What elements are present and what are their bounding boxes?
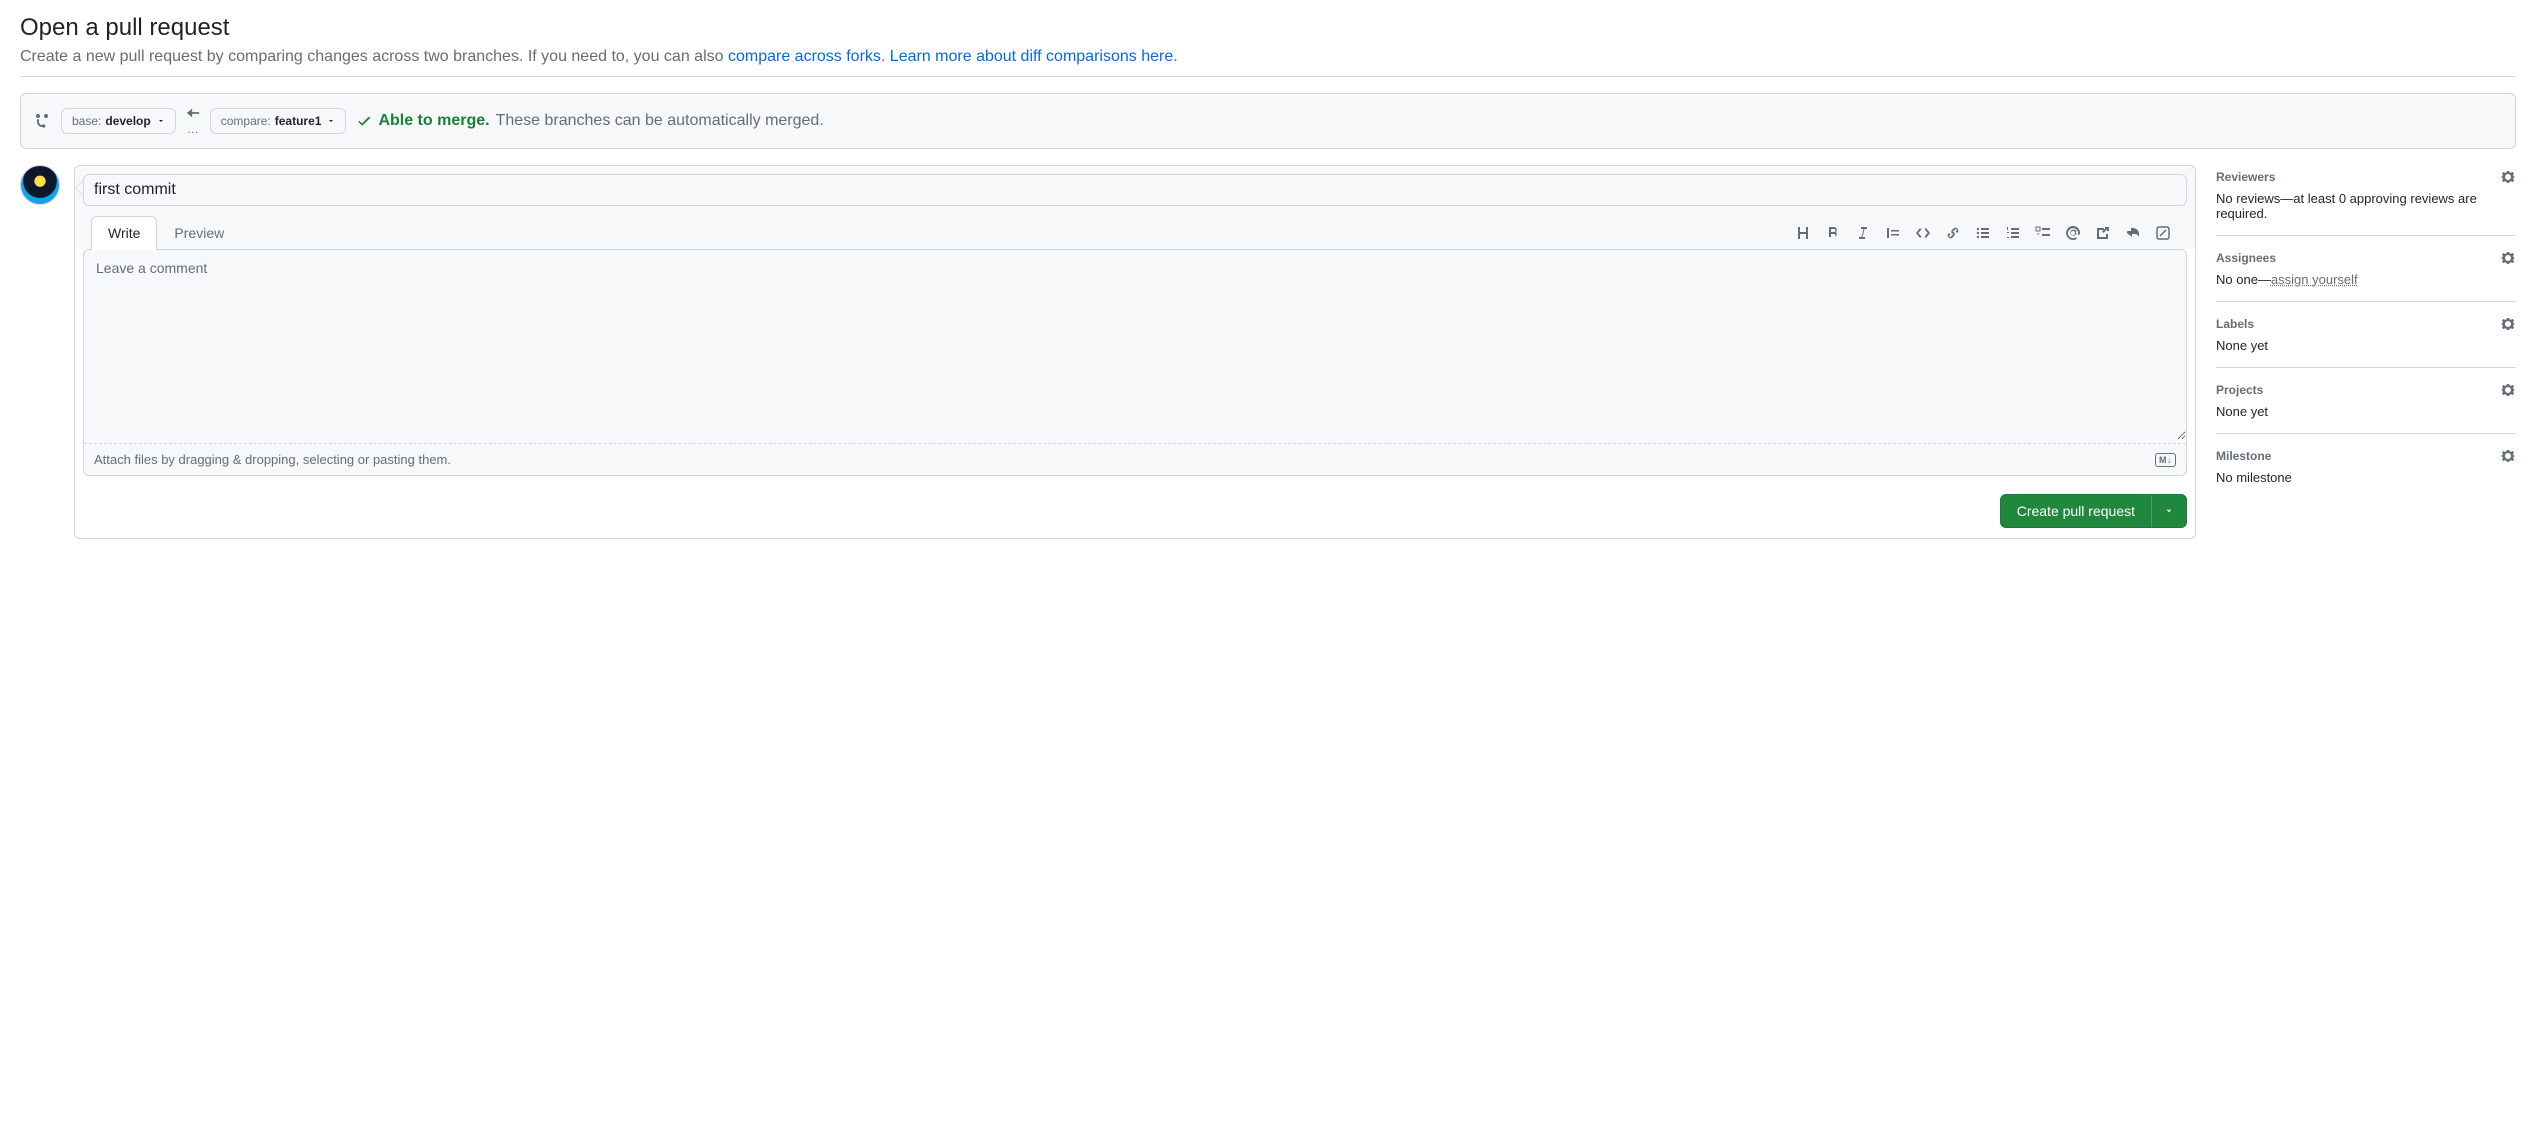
- page-title: Open a pull request: [20, 14, 2516, 42]
- create-pr-button-group: Create pull request: [2000, 494, 2187, 528]
- compare-branch-select[interactable]: compare: feature1: [210, 108, 347, 134]
- gear-icon[interactable]: [2500, 316, 2516, 332]
- projects-title: Projects: [2216, 383, 2263, 397]
- check-icon: [356, 113, 372, 129]
- base-branch-select[interactable]: base: develop: [61, 108, 176, 134]
- ul-icon[interactable]: [1975, 225, 1991, 241]
- merge-status-msg: These branches can be automatically merg…: [496, 112, 824, 130]
- reviewers-block: Reviewers No reviews—at least 0 approvin…: [2216, 165, 2516, 236]
- sidebar: Reviewers No reviews—at least 0 approvin…: [2216, 165, 2516, 499]
- assignees-none: No one—: [2216, 272, 2271, 287]
- milestone-title: Milestone: [2216, 449, 2271, 463]
- create-pr-dropdown[interactable]: [2151, 495, 2186, 527]
- heading-icon[interactable]: [1795, 225, 1811, 241]
- gear-icon[interactable]: [2500, 382, 2516, 398]
- compare-label: compare:: [221, 114, 271, 128]
- branch-range-editor: base: develop … compare: feature1 Able t…: [20, 93, 2516, 149]
- markdown-toolbar: [1795, 225, 2179, 241]
- diff-square-icon[interactable]: [2155, 225, 2171, 241]
- bold-icon[interactable]: [1825, 225, 1841, 241]
- gear-icon[interactable]: [2500, 250, 2516, 266]
- arrow-left-icon: …: [186, 106, 200, 136]
- caret-down-icon: [157, 117, 165, 125]
- page-subtitle: Create a new pull request by comparing c…: [20, 48, 2516, 77]
- base-label: base:: [72, 114, 101, 128]
- assignees-block: Assignees No one—assign yourself: [2216, 236, 2516, 302]
- labels-body: None yet: [2216, 338, 2516, 353]
- projects-body: None yet: [2216, 404, 2516, 419]
- reviewers-title: Reviewers: [2216, 170, 2275, 184]
- base-value: develop: [105, 114, 150, 128]
- gear-icon[interactable]: [2500, 169, 2516, 185]
- labels-title: Labels: [2216, 317, 2254, 331]
- create-pr-button[interactable]: Create pull request: [2001, 495, 2151, 527]
- caret-down-icon: [327, 117, 335, 125]
- reply-icon[interactable]: [2125, 225, 2141, 241]
- compare-forks-link[interactable]: compare across forks: [728, 48, 881, 65]
- tab-preview[interactable]: Preview: [157, 216, 241, 249]
- code-icon[interactable]: [1915, 225, 1931, 241]
- diff-learn-more-link[interactable]: Learn more about diff comparisons here.: [890, 48, 1178, 65]
- compare-value: feature1: [275, 114, 322, 128]
- avatar: [20, 165, 60, 205]
- cross-ref-icon[interactable]: [2095, 225, 2111, 241]
- tab-write[interactable]: Write: [91, 216, 157, 250]
- link-icon[interactable]: [1945, 225, 1961, 241]
- subtitle-text: Create a new pull request by comparing c…: [20, 48, 728, 65]
- pr-title-input[interactable]: [83, 174, 2187, 206]
- quote-icon[interactable]: [1885, 225, 1901, 241]
- ol-icon[interactable]: [2005, 225, 2021, 241]
- assignees-title: Assignees: [2216, 251, 2276, 265]
- assignees-body: No one—assign yourself: [2216, 272, 2516, 287]
- comment-bubble: Write Preview: [74, 165, 2196, 539]
- italic-icon[interactable]: [1855, 225, 1871, 241]
- markdown-badge-icon[interactable]: M↓: [2155, 453, 2176, 467]
- assign-yourself-link[interactable]: assign yourself: [2271, 272, 2358, 287]
- merge-status-ok: Able to merge.: [378, 112, 489, 130]
- mention-icon[interactable]: [2065, 225, 2081, 241]
- projects-block: Projects None yet: [2216, 368, 2516, 434]
- comment-textarea[interactable]: [84, 250, 2186, 440]
- milestone-block: Milestone No milestone: [2216, 434, 2516, 499]
- reviewers-body: No reviews—at least 0 approving reviews …: [2216, 191, 2516, 221]
- labels-block: Labels None yet: [2216, 302, 2516, 368]
- gear-icon[interactable]: [2500, 448, 2516, 464]
- milestone-body: No milestone: [2216, 470, 2516, 485]
- subtitle-mid: .: [881, 48, 890, 65]
- git-compare-icon: [35, 113, 51, 129]
- tasklist-icon[interactable]: [2035, 225, 2051, 241]
- attach-hint[interactable]: Attach files by dragging & dropping, sel…: [94, 452, 451, 467]
